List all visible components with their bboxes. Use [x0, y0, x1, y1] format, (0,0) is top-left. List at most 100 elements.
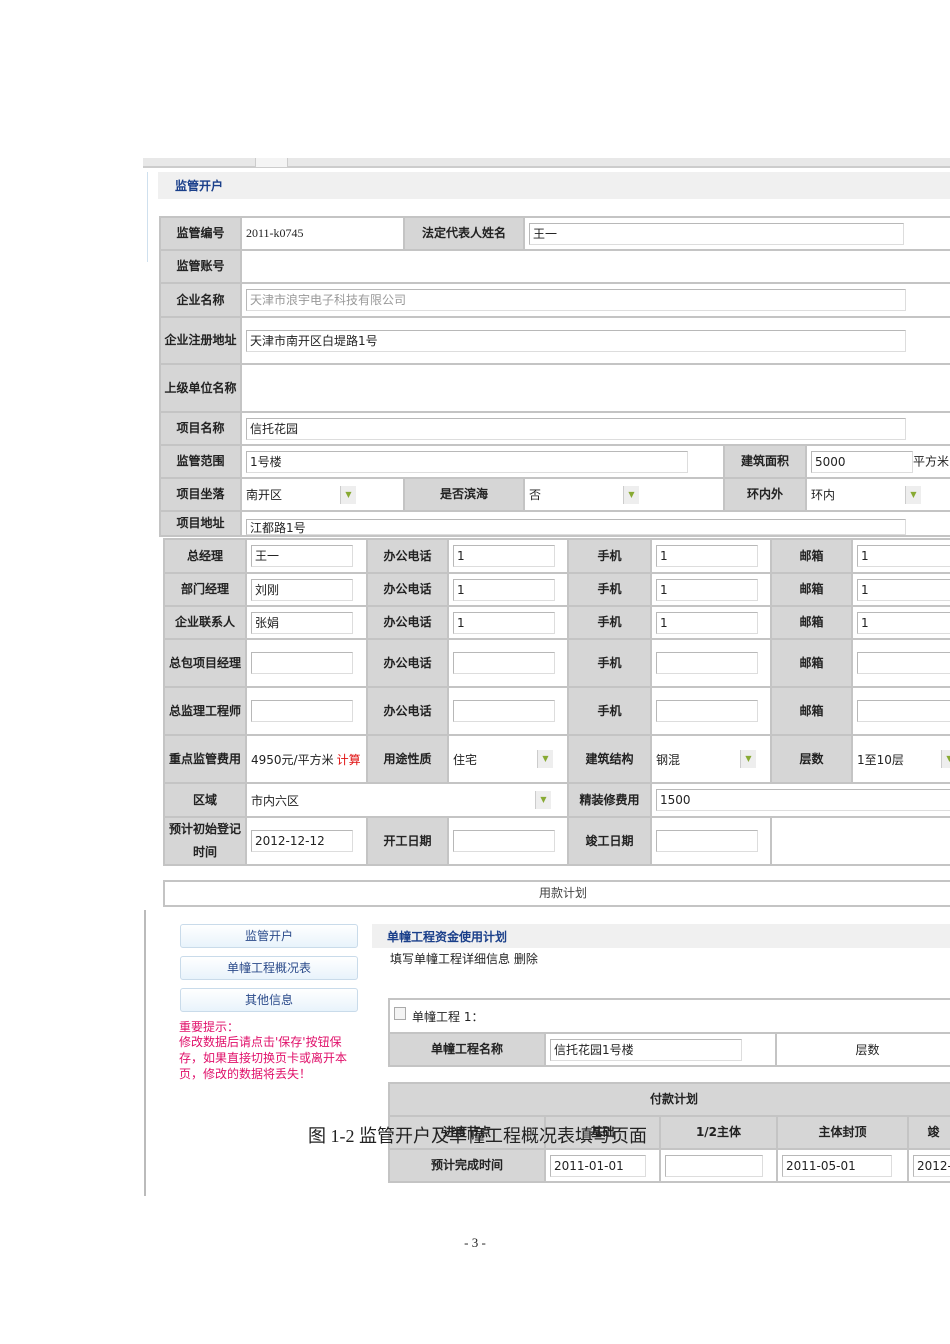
time-input[interactable]: 2012- — [913, 1154, 950, 1177]
building-checkbox[interactable] — [394, 1007, 406, 1020]
warning-text: 修改数据后请点击'保存'按钮保存，如果直接切换页卡或离开本页，修改的数据将丢失！ — [179, 1035, 348, 1081]
label: 监管编号 — [159, 216, 242, 251]
contacts-table: 总经理 王一 办公电话 1 手机 1 邮箱 1 部门经理 刘刚 办公电话 1 手机 1 邮箱 1 企业联系人 张娟… — [163, 538, 950, 866]
ring-select[interactable]: 环内 ▼ — [811, 484, 921, 506]
dropdown-arrow-icon: ▼ — [537, 750, 553, 768]
usage-value: 住宅 — [453, 752, 478, 767]
office-phone-input[interactable]: 1 — [453, 611, 555, 634]
building-box: 单幢工程 1： — [388, 998, 950, 1033]
label: 用途性质 — [366, 734, 449, 784]
left-border — [144, 910, 146, 1196]
name-input[interactable]: 刘刚 — [251, 578, 353, 601]
label: 建筑结构 — [567, 734, 652, 784]
office-phone-label: 办公电话 — [366, 572, 449, 607]
scope-input[interactable]: 1号楼 — [246, 450, 688, 473]
binhai-select[interactable]: 否 ▼ — [529, 484, 639, 506]
area-input[interactable]: 5000 — [811, 450, 913, 473]
addr-input[interactable]: 江都路1号 — [246, 519, 906, 534]
email-label: 邮箱 — [770, 638, 853, 688]
label: 预计完成时间 — [388, 1148, 546, 1183]
dropdown-arrow-icon: ▼ — [535, 791, 551, 809]
email-input[interactable]: 1 — [857, 578, 950, 601]
office-phone-input[interactable] — [453, 700, 555, 722]
payment-title: 付款计划 — [387, 1082, 950, 1117]
office-phone-label: 办公电话 — [366, 638, 449, 688]
nav-open-account[interactable]: 监管开户 — [180, 924, 358, 948]
label: 精装修费用 — [567, 782, 652, 818]
email-input[interactable] — [857, 652, 950, 674]
contact-row: 总监理工程师 办公电话 手机 邮箱 — [163, 686, 950, 736]
name-input[interactable]: 张娟 — [251, 611, 353, 634]
label: 项目名称 — [159, 411, 242, 446]
legal-rep-input[interactable]: 王一 — [529, 222, 904, 245]
structure-value: 钢混 — [656, 752, 681, 767]
email-input[interactable] — [857, 700, 950, 722]
payment-plan-button[interactable]: 用款计划 — [163, 880, 950, 907]
dropdown-arrow-icon: ▼ — [941, 750, 950, 768]
usage-select[interactable]: 住宅 ▼ — [453, 748, 553, 770]
location-select[interactable]: 南开区 ▼ — [246, 484, 356, 506]
delete-link[interactable]: 删除 — [514, 952, 538, 966]
building-name-input[interactable]: 信托花园1号楼 — [550, 1038, 742, 1061]
label: 层数 — [770, 734, 853, 784]
calc-link[interactable]: 计算 — [337, 753, 361, 767]
office-phone-label: 办公电话 — [366, 605, 449, 640]
area-unit: 平方米 — [913, 454, 950, 468]
page-number: - 3 - — [464, 1235, 486, 1250]
dropdown-arrow-icon: ▼ — [623, 485, 639, 504]
mobile-input[interactable] — [656, 652, 758, 674]
label: 项目地址 — [159, 510, 242, 537]
name-input[interactable] — [251, 700, 353, 722]
company-input[interactable]: 天津市浪宇电子科技有限公司 — [246, 289, 906, 311]
time-input[interactable]: 2011-01-01 — [550, 1154, 646, 1177]
label: 是否滨海 — [403, 477, 525, 512]
finish-date-input[interactable] — [656, 830, 758, 852]
mobile-input[interactable] — [656, 700, 758, 722]
tab[interactable] — [255, 158, 288, 168]
fill-details-link[interactable]: 填写单幢工程详细信息 — [390, 952, 510, 966]
label: 区域 — [163, 782, 247, 818]
role-label: 总经理 — [163, 538, 247, 574]
nav-building-overview[interactable]: 单幢工程概况表 — [180, 956, 358, 980]
office-phone-input[interactable]: 1 — [453, 545, 555, 567]
label: 建筑面积 — [723, 444, 807, 479]
label: 企业名称 — [159, 282, 242, 318]
label: 监管账号 — [159, 249, 242, 284]
structure-select[interactable]: 钢混 ▼ — [656, 748, 756, 770]
nav-other-info[interactable]: 其他信息 — [180, 988, 358, 1012]
mobile-input[interactable]: 1 — [656, 545, 758, 567]
name-input[interactable]: 王一 — [251, 545, 353, 567]
email-label: 邮箱 — [770, 605, 853, 640]
label: 预计初始登记时间 — [163, 816, 247, 866]
office-phone-input[interactable] — [453, 652, 555, 674]
email-input[interactable]: 1 — [857, 611, 950, 634]
district-select[interactable]: 市内六区 ▼ — [251, 789, 551, 811]
mobile-label: 手机 — [567, 686, 652, 736]
mobile-input[interactable]: 1 — [656, 578, 758, 601]
start-date-input[interactable] — [453, 830, 555, 852]
email-label: 邮箱 — [770, 686, 853, 736]
email-input[interactable]: 1 — [857, 545, 950, 567]
project-input[interactable]: 信托花园 — [246, 417, 906, 440]
label: 上级单位名称 — [159, 363, 242, 413]
account-value — [239, 249, 950, 284]
contact-row: 部门经理 刘刚 办公电话 1 手机 1 邮箱 1 — [163, 572, 950, 607]
warning-title: 重要提示： — [179, 1020, 240, 1034]
label: 竣工日期 — [567, 816, 652, 866]
reg-addr-input[interactable]: 天津市南开区白堤路1号 — [246, 329, 906, 352]
floors-select[interactable]: 1至10层 ▼ — [857, 748, 950, 770]
name-input[interactable] — [251, 652, 353, 674]
mobile-input[interactable]: 1 — [656, 611, 758, 634]
mobile-label: 手机 — [567, 572, 652, 607]
label: 项目坐落 — [159, 477, 242, 512]
reg-time-input[interactable]: 2012-12-12 — [251, 830, 353, 852]
time-input[interactable] — [665, 1154, 763, 1177]
office-phone-label: 办公电话 — [366, 686, 449, 736]
decor-input[interactable]: 1500 — [656, 789, 950, 811]
email-label: 邮箱 — [770, 538, 853, 574]
time-input[interactable]: 2011-05-01 — [782, 1154, 892, 1177]
reg-no-value: 2011-k0745 — [240, 216, 405, 251]
office-phone-input[interactable]: 1 — [453, 578, 555, 601]
contact-row: 企业联系人 张娟 办公电话 1 手机 1 邮箱 1 — [163, 605, 950, 640]
email-label: 邮箱 — [770, 572, 853, 607]
